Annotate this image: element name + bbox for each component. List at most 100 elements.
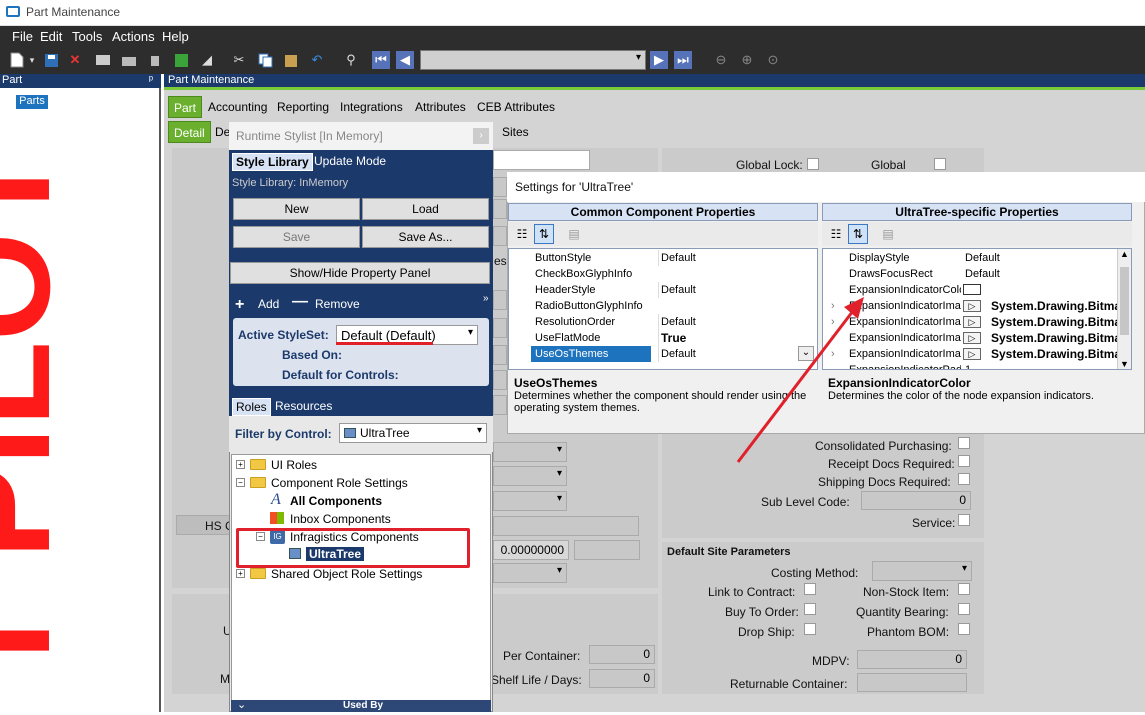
back-icon[interactable]: ⊖ bbox=[712, 51, 730, 69]
save-button[interactable]: Save bbox=[233, 226, 360, 248]
property-value[interactable]: True bbox=[658, 330, 686, 346]
last-record-icon[interactable]: ⏭ bbox=[674, 51, 692, 69]
part-field[interactable] bbox=[493, 150, 590, 170]
property-value[interactable]: System.Drawing.Bitma bbox=[991, 346, 1121, 362]
tree-component-role-settings[interactable]: Component Role Settings bbox=[271, 476, 408, 490]
scroll-down-icon[interactable]: ▼ bbox=[1118, 359, 1131, 369]
delete-icon[interactable]: ✕ bbox=[66, 51, 84, 69]
receipt-docs-checkbox[interactable] bbox=[958, 455, 970, 467]
expand-icon[interactable]: + bbox=[236, 460, 245, 469]
previous-record-icon[interactable]: ◀ bbox=[396, 51, 414, 69]
specific-scrollbar[interactable]: ▲ ▼ bbox=[1117, 249, 1131, 369]
menu-tools[interactable]: Tools bbox=[72, 29, 102, 44]
field-stub-5[interactable] bbox=[493, 318, 507, 338]
copy-icon[interactable] bbox=[256, 51, 274, 69]
property-value[interactable]: System.Drawing.Bitma bbox=[991, 330, 1121, 346]
dropdown-1[interactable] bbox=[493, 442, 567, 462]
menu-edit[interactable]: Edit bbox=[40, 29, 62, 44]
consolidated-purchasing-checkbox[interactable] bbox=[958, 437, 970, 449]
costing-method-dropdown[interactable] bbox=[872, 561, 972, 581]
book-icon[interactable] bbox=[94, 51, 112, 69]
field-stub-7[interactable] bbox=[493, 370, 507, 390]
property-value[interactable]: Default bbox=[658, 282, 696, 298]
new-button[interactable]: New bbox=[233, 198, 360, 220]
show-hide-property-panel-button[interactable]: Show/Hide Property Panel bbox=[230, 262, 490, 284]
load-button[interactable]: Load bbox=[362, 198, 489, 220]
next-record-icon[interactable]: ▶ bbox=[650, 51, 668, 69]
property-value[interactable]: Default bbox=[658, 250, 696, 266]
paste-icon[interactable] bbox=[282, 51, 300, 69]
dropdown-3[interactable] bbox=[493, 491, 567, 511]
property-value[interactable]: Default bbox=[658, 346, 696, 362]
sub-level-code-field[interactable]: 0 bbox=[861, 491, 971, 510]
dropdown-4[interactable] bbox=[493, 563, 567, 583]
phantom-bom-checkbox[interactable] bbox=[958, 623, 970, 635]
alphabetical-sort-icon[interactable]: ⇅ bbox=[848, 224, 868, 244]
field-stub-4[interactable] bbox=[493, 290, 507, 310]
service-checkbox[interactable] bbox=[958, 514, 970, 526]
link-to-contract-checkbox[interactable] bbox=[804, 583, 816, 595]
add-icon[interactable]: + bbox=[235, 296, 244, 314]
specific-property-row[interactable]: DisplayStyle Default bbox=[823, 250, 1117, 266]
used-by-chevron-icon[interactable]: ⌄ bbox=[237, 698, 246, 711]
decimal-field-2[interactable] bbox=[574, 540, 640, 560]
tab-ceb-attributes[interactable]: CEB Attributes bbox=[472, 96, 560, 118]
hs-code-field[interactable] bbox=[493, 516, 639, 536]
find-icon[interactable]: ⚲ bbox=[342, 51, 360, 69]
remove-icon[interactable]: — bbox=[292, 293, 308, 311]
returnable-container-field[interactable] bbox=[857, 673, 967, 692]
categorized-icon[interactable]: ☷ bbox=[826, 224, 846, 244]
shipping-docs-checkbox[interactable] bbox=[958, 473, 970, 485]
subtab-detail[interactable]: Detail bbox=[168, 121, 211, 143]
scroll-thumb[interactable] bbox=[1120, 267, 1129, 335]
tab-accounting[interactable]: Accounting bbox=[203, 96, 272, 118]
parts-tag[interactable]: Parts bbox=[16, 95, 48, 109]
tree-all-components[interactable]: All Components bbox=[290, 494, 382, 508]
new-icon[interactable] bbox=[8, 51, 26, 69]
buy-to-order-checkbox[interactable] bbox=[804, 603, 816, 615]
new-dropdown-icon[interactable]: ▾ bbox=[28, 51, 36, 69]
stylist-close-icon[interactable]: › bbox=[473, 128, 489, 144]
home-icon[interactable]: ⊙ bbox=[764, 51, 782, 69]
quantity-bearing-checkbox[interactable] bbox=[958, 603, 970, 615]
tab-roles[interactable]: Roles bbox=[232, 398, 271, 416]
save-as-button[interactable]: Save As... bbox=[362, 226, 489, 248]
tree-inbox-components[interactable]: Inbox Components bbox=[290, 512, 391, 526]
tab-style-library[interactable]: Style Library bbox=[232, 153, 313, 171]
shelf-life-field[interactable]: 0 bbox=[589, 669, 655, 688]
specific-property-row[interactable]: DrawsFocusRect Default bbox=[823, 266, 1117, 282]
property-value[interactable]: System.Drawing.Bitma bbox=[991, 298, 1121, 314]
dropdown-2[interactable] bbox=[493, 466, 567, 486]
folder-icon[interactable] bbox=[120, 51, 138, 69]
global-checkbox[interactable] bbox=[934, 158, 946, 170]
per-container-field[interactable]: 0 bbox=[589, 645, 655, 664]
first-record-icon[interactable]: ⏮ bbox=[372, 51, 390, 69]
remove-button[interactable]: Remove bbox=[315, 297, 360, 311]
alphabetical-sort-icon[interactable]: ⇅ bbox=[534, 224, 554, 244]
menu-help[interactable]: Help bbox=[162, 29, 189, 44]
tab-update-mode[interactable]: Update Mode bbox=[314, 154, 386, 168]
expand-icon[interactable]: + bbox=[236, 569, 245, 578]
field-stub-8[interactable] bbox=[493, 395, 507, 415]
refresh-icon[interactable] bbox=[172, 51, 190, 69]
property-value[interactable]: 1 bbox=[965, 362, 971, 369]
field-stub-1[interactable] bbox=[493, 177, 507, 197]
scroll-up-icon[interactable]: ▲ bbox=[1118, 249, 1131, 259]
drop-ship-checkbox[interactable] bbox=[804, 623, 816, 635]
common-property-row[interactable]: CheckBoxGlyphInfo bbox=[509, 266, 817, 282]
save-icon[interactable] bbox=[42, 51, 60, 69]
record-navigation-combo[interactable] bbox=[420, 50, 646, 70]
collapse-icon[interactable]: − bbox=[236, 478, 245, 487]
categorized-icon[interactable]: ☷ bbox=[512, 224, 532, 244]
subtab-sites[interactable]: Sites bbox=[497, 121, 534, 143]
property-value[interactable]: Default bbox=[965, 266, 1000, 282]
filter-by-control-dropdown[interactable]: UltraTree bbox=[339, 423, 487, 443]
cut-icon[interactable]: ✂ bbox=[230, 51, 248, 69]
property-pages-icon[interactable]: ▤ bbox=[878, 224, 898, 244]
property-value[interactable]: Default bbox=[658, 314, 696, 330]
property-pages-icon[interactable]: ▤ bbox=[564, 224, 584, 244]
common-property-row[interactable]: ButtonStyle Default bbox=[509, 250, 817, 266]
pin-icon[interactable]: ᵖ bbox=[149, 74, 153, 86]
property-value[interactable]: System.Drawing.Bitma bbox=[991, 314, 1121, 330]
trash-icon[interactable] bbox=[146, 51, 164, 69]
